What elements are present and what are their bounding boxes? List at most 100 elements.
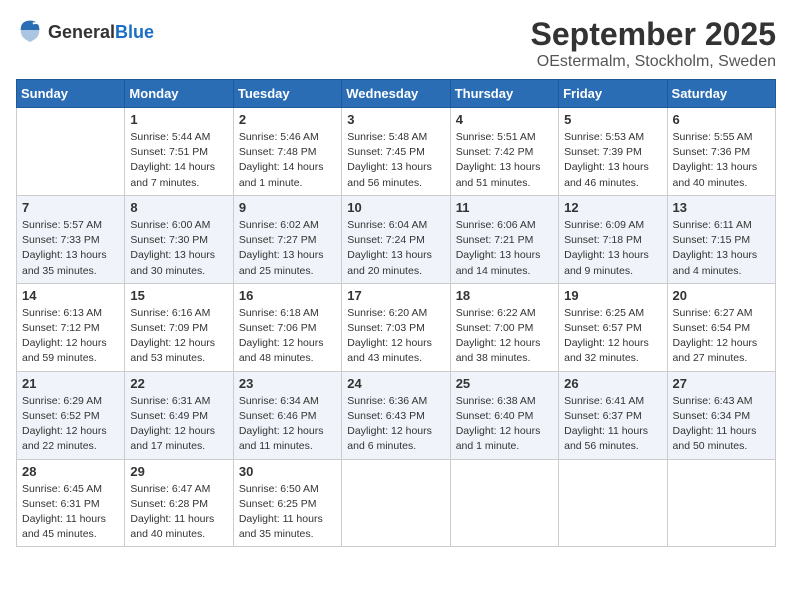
day-number: 21 xyxy=(22,376,119,391)
location-subtitle: OEstermalm, Stockholm, Sweden xyxy=(531,53,776,71)
day-info: Sunrise: 5:46 AMSunset: 7:48 PMDaylight:… xyxy=(239,130,336,191)
day-number: 16 xyxy=(239,288,336,303)
col-header-friday: Friday xyxy=(559,80,667,108)
day-info: Sunrise: 6:16 AMSunset: 7:09 PMDaylight:… xyxy=(130,306,227,367)
day-info: Sunrise: 6:34 AMSunset: 6:46 PMDaylight:… xyxy=(239,394,336,455)
calendar-cell: 1 Sunrise: 5:44 AMSunset: 7:51 PMDayligh… xyxy=(125,108,233,196)
calendar-cell: 17 Sunrise: 6:20 AMSunset: 7:03 PMDaylig… xyxy=(342,283,450,371)
day-number: 19 xyxy=(564,288,661,303)
month-title: September 2025 xyxy=(531,16,776,53)
day-number: 26 xyxy=(564,376,661,391)
day-number: 12 xyxy=(564,200,661,215)
col-header-tuesday: Tuesday xyxy=(233,80,341,108)
day-info: Sunrise: 6:13 AMSunset: 7:12 PMDaylight:… xyxy=(22,306,119,367)
calendar-cell: 23 Sunrise: 6:34 AMSunset: 6:46 PMDaylig… xyxy=(233,371,341,459)
day-info: Sunrise: 6:18 AMSunset: 7:06 PMDaylight:… xyxy=(239,306,336,367)
day-info: Sunrise: 6:00 AMSunset: 7:30 PMDaylight:… xyxy=(130,218,227,279)
day-number: 9 xyxy=(239,200,336,215)
calendar: SundayMondayTuesdayWednesdayThursdayFrid… xyxy=(16,79,776,547)
day-info: Sunrise: 6:43 AMSunset: 6:34 PMDaylight:… xyxy=(673,394,770,455)
calendar-cell xyxy=(342,459,450,547)
logo-text-blue: Blue xyxy=(115,23,154,43)
day-info: Sunrise: 6:25 AMSunset: 6:57 PMDaylight:… xyxy=(564,306,661,367)
calendar-cell: 11 Sunrise: 6:06 AMSunset: 7:21 PMDaylig… xyxy=(450,195,558,283)
col-header-saturday: Saturday xyxy=(667,80,775,108)
calendar-cell: 4 Sunrise: 5:51 AMSunset: 7:42 PMDayligh… xyxy=(450,108,558,196)
title-area: September 2025 OEstermalm, Stockholm, Sw… xyxy=(531,16,776,71)
calendar-cell: 19 Sunrise: 6:25 AMSunset: 6:57 PMDaylig… xyxy=(559,283,667,371)
day-info: Sunrise: 5:57 AMSunset: 7:33 PMDaylight:… xyxy=(22,218,119,279)
logo-text-general: General xyxy=(48,23,115,43)
calendar-cell: 14 Sunrise: 6:13 AMSunset: 7:12 PMDaylig… xyxy=(17,283,125,371)
day-number: 15 xyxy=(130,288,227,303)
day-info: Sunrise: 6:02 AMSunset: 7:27 PMDaylight:… xyxy=(239,218,336,279)
day-number: 10 xyxy=(347,200,444,215)
day-number: 3 xyxy=(347,112,444,127)
day-number: 27 xyxy=(673,376,770,391)
calendar-week-row: 21 Sunrise: 6:29 AMSunset: 6:52 PMDaylig… xyxy=(17,371,776,459)
day-number: 7 xyxy=(22,200,119,215)
calendar-cell: 28 Sunrise: 6:45 AMSunset: 6:31 PMDaylig… xyxy=(17,459,125,547)
day-info: Sunrise: 5:44 AMSunset: 7:51 PMDaylight:… xyxy=(130,130,227,191)
calendar-cell: 27 Sunrise: 6:43 AMSunset: 6:34 PMDaylig… xyxy=(667,371,775,459)
day-number: 4 xyxy=(456,112,553,127)
calendar-cell xyxy=(667,459,775,547)
calendar-cell xyxy=(559,459,667,547)
calendar-cell: 10 Sunrise: 6:04 AMSunset: 7:24 PMDaylig… xyxy=(342,195,450,283)
calendar-week-row: 28 Sunrise: 6:45 AMSunset: 6:31 PMDaylig… xyxy=(17,459,776,547)
day-number: 17 xyxy=(347,288,444,303)
day-number: 2 xyxy=(239,112,336,127)
calendar-cell xyxy=(17,108,125,196)
day-info: Sunrise: 6:45 AMSunset: 6:31 PMDaylight:… xyxy=(22,482,119,543)
day-number: 5 xyxy=(564,112,661,127)
day-number: 30 xyxy=(239,464,336,479)
col-header-thursday: Thursday xyxy=(450,80,558,108)
calendar-cell: 29 Sunrise: 6:47 AMSunset: 6:28 PMDaylig… xyxy=(125,459,233,547)
calendar-cell: 3 Sunrise: 5:48 AMSunset: 7:45 PMDayligh… xyxy=(342,108,450,196)
day-number: 1 xyxy=(130,112,227,127)
day-number: 6 xyxy=(673,112,770,127)
day-info: Sunrise: 6:36 AMSunset: 6:43 PMDaylight:… xyxy=(347,394,444,455)
logo: General Blue xyxy=(16,16,154,49)
calendar-cell: 30 Sunrise: 6:50 AMSunset: 6:25 PMDaylig… xyxy=(233,459,341,547)
calendar-week-row: 14 Sunrise: 6:13 AMSunset: 7:12 PMDaylig… xyxy=(17,283,776,371)
calendar-cell: 12 Sunrise: 6:09 AMSunset: 7:18 PMDaylig… xyxy=(559,195,667,283)
day-info: Sunrise: 6:50 AMSunset: 6:25 PMDaylight:… xyxy=(239,482,336,543)
day-info: Sunrise: 5:48 AMSunset: 7:45 PMDaylight:… xyxy=(347,130,444,191)
calendar-cell: 26 Sunrise: 6:41 AMSunset: 6:37 PMDaylig… xyxy=(559,371,667,459)
day-number: 25 xyxy=(456,376,553,391)
day-number: 23 xyxy=(239,376,336,391)
calendar-cell: 25 Sunrise: 6:38 AMSunset: 6:40 PMDaylig… xyxy=(450,371,558,459)
day-info: Sunrise: 6:20 AMSunset: 7:03 PMDaylight:… xyxy=(347,306,444,367)
col-header-wednesday: Wednesday xyxy=(342,80,450,108)
calendar-cell: 13 Sunrise: 6:11 AMSunset: 7:15 PMDaylig… xyxy=(667,195,775,283)
day-number: 22 xyxy=(130,376,227,391)
day-info: Sunrise: 5:51 AMSunset: 7:42 PMDaylight:… xyxy=(456,130,553,191)
calendar-cell: 6 Sunrise: 5:55 AMSunset: 7:36 PMDayligh… xyxy=(667,108,775,196)
calendar-cell: 15 Sunrise: 6:16 AMSunset: 7:09 PMDaylig… xyxy=(125,283,233,371)
calendar-cell: 16 Sunrise: 6:18 AMSunset: 7:06 PMDaylig… xyxy=(233,283,341,371)
calendar-header-row: SundayMondayTuesdayWednesdayThursdayFrid… xyxy=(17,80,776,108)
day-info: Sunrise: 6:41 AMSunset: 6:37 PMDaylight:… xyxy=(564,394,661,455)
day-info: Sunrise: 6:22 AMSunset: 7:00 PMDaylight:… xyxy=(456,306,553,367)
logo-icon xyxy=(16,16,44,49)
day-number: 24 xyxy=(347,376,444,391)
day-info: Sunrise: 6:11 AMSunset: 7:15 PMDaylight:… xyxy=(673,218,770,279)
calendar-week-row: 7 Sunrise: 5:57 AMSunset: 7:33 PMDayligh… xyxy=(17,195,776,283)
calendar-cell: 18 Sunrise: 6:22 AMSunset: 7:00 PMDaylig… xyxy=(450,283,558,371)
day-number: 20 xyxy=(673,288,770,303)
calendar-cell: 22 Sunrise: 6:31 AMSunset: 6:49 PMDaylig… xyxy=(125,371,233,459)
calendar-cell: 24 Sunrise: 6:36 AMSunset: 6:43 PMDaylig… xyxy=(342,371,450,459)
day-number: 14 xyxy=(22,288,119,303)
day-number: 11 xyxy=(456,200,553,215)
day-info: Sunrise: 6:31 AMSunset: 6:49 PMDaylight:… xyxy=(130,394,227,455)
day-number: 28 xyxy=(22,464,119,479)
header: General Blue September 2025 OEstermalm, … xyxy=(16,16,776,71)
day-number: 18 xyxy=(456,288,553,303)
day-info: Sunrise: 5:53 AMSunset: 7:39 PMDaylight:… xyxy=(564,130,661,191)
day-info: Sunrise: 6:29 AMSunset: 6:52 PMDaylight:… xyxy=(22,394,119,455)
day-info: Sunrise: 6:06 AMSunset: 7:21 PMDaylight:… xyxy=(456,218,553,279)
col-header-sunday: Sunday xyxy=(17,80,125,108)
day-info: Sunrise: 6:47 AMSunset: 6:28 PMDaylight:… xyxy=(130,482,227,543)
calendar-cell: 5 Sunrise: 5:53 AMSunset: 7:39 PMDayligh… xyxy=(559,108,667,196)
